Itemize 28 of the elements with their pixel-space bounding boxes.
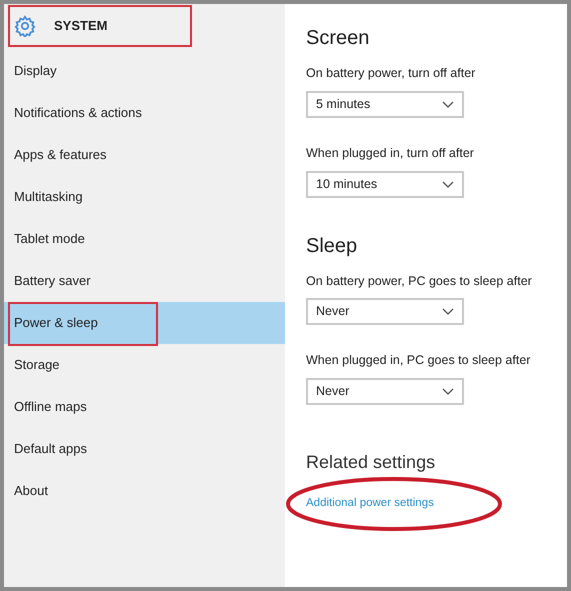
chevron-down-icon: [442, 388, 454, 395]
dropdown[interactable]: 5 minutes: [306, 90, 464, 118]
nav-item[interactable]: Notifications & actions: [14, 92, 285, 134]
gear-icon: [14, 15, 36, 37]
nav-item[interactable]: Apps & features: [14, 134, 285, 176]
setting-label: On battery power, PC goes to sleep after: [306, 272, 533, 290]
nav-item[interactable]: Battery saver: [14, 260, 285, 302]
nav-item[interactable]: Default apps: [14, 428, 285, 470]
chevron-down-icon: [442, 308, 454, 316]
setting-label: On battery power, turn off after: [306, 65, 476, 82]
nav-item[interactable]: Tablet mode: [14, 218, 285, 260]
dropdown[interactable]: 10 minutes: [306, 170, 464, 198]
nav-item[interactable]: Offline maps: [14, 386, 285, 428]
setting-label: When plugged in, PC goes to sleep after: [306, 352, 532, 370]
dropdown[interactable]: Never: [306, 298, 464, 326]
section-heading: Related settings: [306, 451, 436, 474]
setting-label: When plugged in, turn off after: [306, 144, 475, 162]
section-heading: Sleep: [306, 234, 358, 258]
link[interactable]: Additional power settings: [306, 495, 434, 513]
nav-item[interactable]: Storage: [14, 344, 285, 386]
nav-item[interactable]: Multitasking: [14, 176, 285, 218]
chevron-down-icon: [442, 180, 454, 188]
dropdown[interactable]: Never: [306, 378, 464, 405]
chevron-down-icon: [442, 100, 454, 108]
page-title: SYSTEM: [54, 17, 108, 36]
nav-item[interactable]: About: [14, 470, 285, 512]
section-heading: Screen: [306, 26, 370, 51]
nav-item[interactable]: Display: [14, 50, 285, 92]
